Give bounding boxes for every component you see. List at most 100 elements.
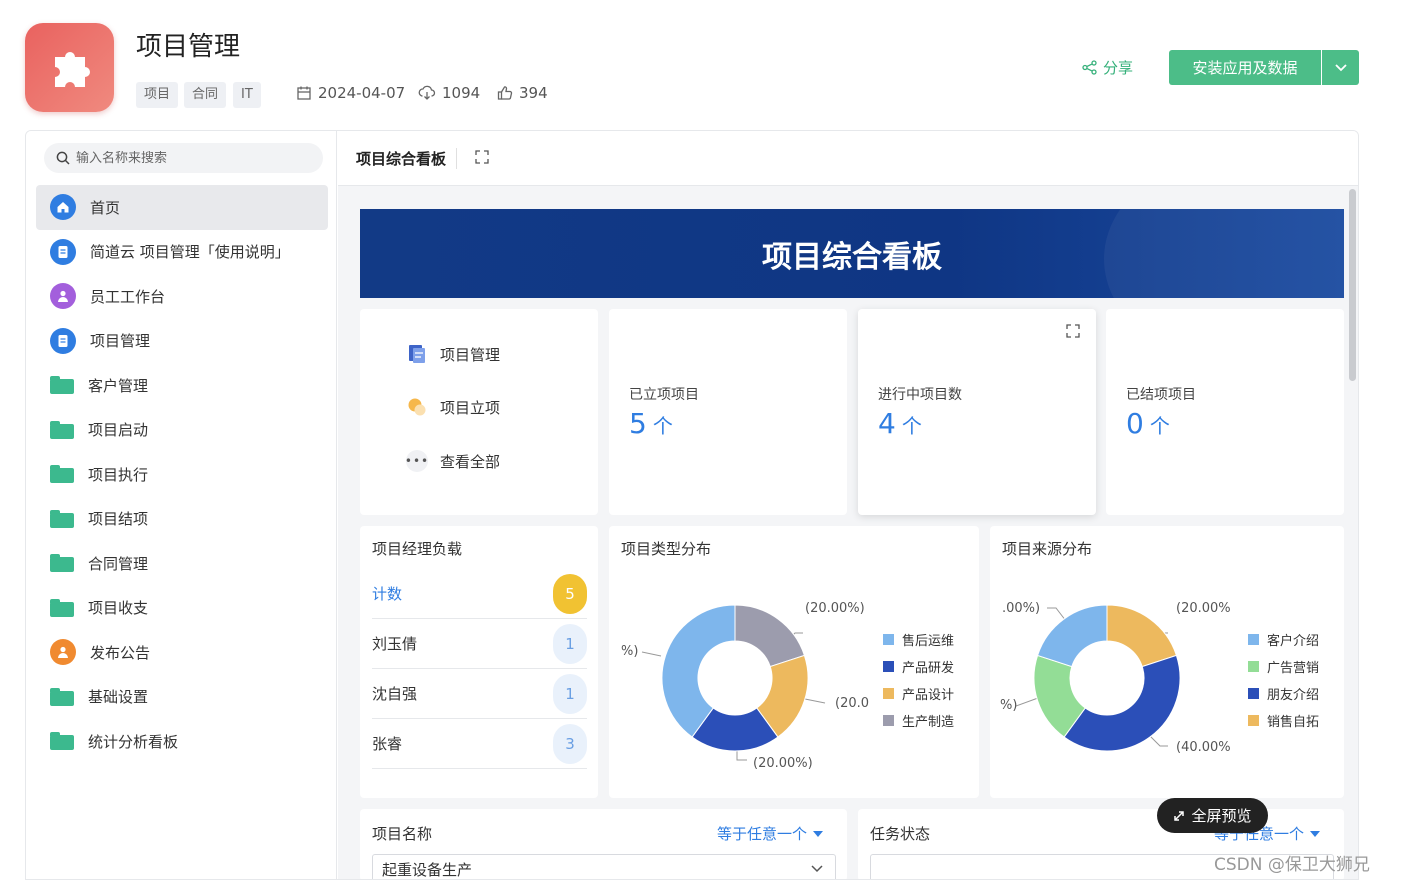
stat-label: 已立项项目 — [629, 387, 699, 403]
sidebar: 首页 简道云 项目管理「使用说明」 员工工作台 项目管理 — [26, 131, 337, 879]
source-distribution-card: 项目来源分布 (20.00% (40.00% .00%) %) 客户介绍 广告营… — [990, 526, 1344, 798]
project-doc-icon — [409, 345, 425, 363]
tag-it: IT — [233, 82, 261, 108]
cloud-download-icon — [418, 85, 436, 100]
donut-slice-朋友介绍[interactable] — [1063, 654, 1181, 752]
sidebar-item-label: 项目管理 — [90, 332, 151, 351]
search-icon — [56, 151, 70, 165]
legend-item[interactable]: 产品设计 — [883, 680, 954, 707]
stat-card-in-progress[interactable]: 进行中项目数 4个 — [858, 309, 1096, 515]
stat-value: 5个 — [629, 407, 673, 440]
sidebar-item-project-execution[interactable]: 项目执行 — [36, 452, 328, 497]
table-row[interactable]: 沈自强 1 — [372, 669, 587, 719]
document-icon — [50, 327, 76, 354]
sidebar-item-label: 首页 — [90, 198, 121, 217]
type-distribution-card: 项目类型分布 (20.00%) (20.0 (20.00%) %) 售后运维 产… — [609, 526, 979, 798]
filter-project-name: 项目名称 等于任意一个 起重设备生产 — [360, 809, 847, 879]
table-row[interactable]: 张睿 3 — [372, 719, 587, 769]
sidebar-item-project-management[interactable]: 项目管理 — [36, 319, 328, 364]
sidebar-item-customers[interactable]: 客户管理 — [36, 363, 328, 408]
folder-icon — [50, 732, 74, 751]
sidebar-item-project-closure[interactable]: 项目结项 — [36, 497, 328, 542]
manager-name: 刘玉倩 — [372, 635, 418, 653]
stat-card-established[interactable]: 已立项项目 5个 — [609, 309, 847, 515]
sidebar-item-label: 合同管理 — [88, 554, 149, 573]
legend-item[interactable]: 朋友介绍 — [1248, 680, 1319, 707]
install-dropdown-button[interactable] — [1322, 50, 1359, 85]
download-text: 1094 — [442, 84, 481, 102]
manager-load-card: 项目经理负载 计数 5 刘玉倩 1 沈自强 1 张睿 3 — [360, 526, 598, 798]
app-header: 项目管理 项目 合同 IT 2024-04-07 1094 394 分享 安装应… — [0, 0, 1402, 130]
sidebar-item-project-start[interactable]: 项目启动 — [36, 408, 328, 453]
folder-icon — [50, 509, 74, 528]
dashboard-area: 项目综合看板 项目综合看板 项目管理 项目立项 ••• 查看全部 已立项项目 5… — [338, 131, 1358, 879]
stat-label: 已结项项目 — [1126, 387, 1196, 403]
donut-slice-销售自拓[interactable] — [1106, 604, 1178, 668]
share-button[interactable]: 分享 — [1082, 57, 1133, 78]
sidebar-item-announcements[interactable]: 发布公告 — [36, 630, 328, 675]
coins-icon — [408, 398, 426, 416]
sidebar-item-workbench[interactable]: 员工工作台 — [36, 274, 328, 319]
share-label: 分享 — [1103, 59, 1134, 77]
quick-link-project-initiation[interactable]: 项目立项 — [406, 396, 500, 418]
donut-slice-生产制造[interactable] — [734, 604, 806, 668]
app-frame: 首页 简道云 项目管理「使用说明」 员工工作台 项目管理 — [25, 130, 1359, 880]
legend-item[interactable]: 售后运维 — [883, 626, 954, 653]
puzzle-icon — [54, 51, 90, 87]
legend-item[interactable]: 客户介绍 — [1248, 626, 1319, 653]
pct-label: (20.00% — [1176, 601, 1231, 616]
expand-icon[interactable] — [1066, 323, 1080, 342]
fullscreen-preview-button[interactable]: 全屏预览 — [1157, 798, 1268, 833]
legend-item[interactable]: 产品研发 — [883, 653, 954, 680]
folder-icon — [50, 376, 74, 395]
document-icon — [50, 238, 76, 265]
install-button-group: 安装应用及数据 — [1169, 50, 1359, 85]
like-count[interactable]: 394 — [497, 84, 548, 102]
sidebar-item-settings[interactable]: 基础设置 — [36, 675, 328, 720]
folder-icon — [50, 687, 74, 706]
sidebar-item-home[interactable]: 首页 — [36, 185, 328, 230]
filter-value-select[interactable]: 起重设备生产 — [372, 854, 836, 879]
banner-title: 项目综合看板 — [762, 239, 942, 275]
more-icon: ••• — [405, 450, 428, 472]
donut-slice-客户介绍[interactable] — [1036, 604, 1108, 668]
legend-item[interactable]: 生产制造 — [883, 707, 954, 734]
legend-item[interactable]: 广告营销 — [1248, 653, 1319, 680]
sidebar-item-label: 项目启动 — [88, 421, 149, 440]
source-legend: 客户介绍 广告营销 朋友介绍 销售自拓 — [1248, 626, 1319, 734]
filter-operator-dropdown[interactable]: 等于任意一个 — [717, 823, 824, 844]
publish-date: 2024-04-07 — [296, 84, 405, 102]
search-input[interactable] — [76, 150, 306, 166]
count-badge: 1 — [553, 673, 587, 714]
quick-link-view-all[interactable]: ••• 查看全部 — [405, 450, 500, 472]
like-text: 394 — [519, 84, 548, 102]
scrollbar[interactable] — [1349, 189, 1356, 381]
folder-icon — [50, 465, 74, 484]
sidebar-item-instructions[interactable]: 简道云 项目管理「使用说明」 — [36, 230, 328, 275]
chevron-down-icon — [811, 865, 823, 873]
stat-card-closed[interactable]: 已结项项目 0个 — [1106, 309, 1344, 515]
sidebar-item-label: 基础设置 — [88, 688, 149, 707]
count-badge: 3 — [553, 723, 587, 764]
pct-label: %) — [621, 644, 639, 659]
sidebar-item-label: 统计分析看板 — [88, 732, 179, 751]
sidebar-item-label: 项目结项 — [88, 510, 149, 529]
sidebar-item-contracts[interactable]: 合同管理 — [36, 541, 328, 586]
manager-name: 沈自强 — [372, 685, 418, 703]
expand-icon[interactable] — [475, 149, 489, 168]
folder-icon — [50, 420, 74, 439]
search-box[interactable] — [44, 143, 323, 173]
stat-label: 进行中项目数 — [878, 387, 962, 403]
sidebar-item-label: 员工工作台 — [90, 287, 166, 306]
tab-dashboard[interactable]: 项目综合看板 — [356, 147, 458, 169]
sidebar-item-analytics[interactable]: 统计分析看板 — [36, 719, 328, 764]
legend-item[interactable]: 销售自拓 — [1248, 707, 1319, 734]
install-button[interactable]: 安装应用及数据 — [1169, 50, 1321, 85]
pct-label: (40.00% — [1176, 740, 1231, 755]
quick-link-project-management[interactable]: 项目管理 — [406, 343, 500, 365]
table-row[interactable]: 刘玉倩 1 — [372, 619, 587, 669]
quick-link-label: 项目立项 — [440, 398, 501, 417]
sidebar-item-finance[interactable]: 项目收支 — [36, 586, 328, 631]
folder-icon — [50, 598, 74, 617]
table-header-row: 计数 5 — [372, 569, 587, 619]
